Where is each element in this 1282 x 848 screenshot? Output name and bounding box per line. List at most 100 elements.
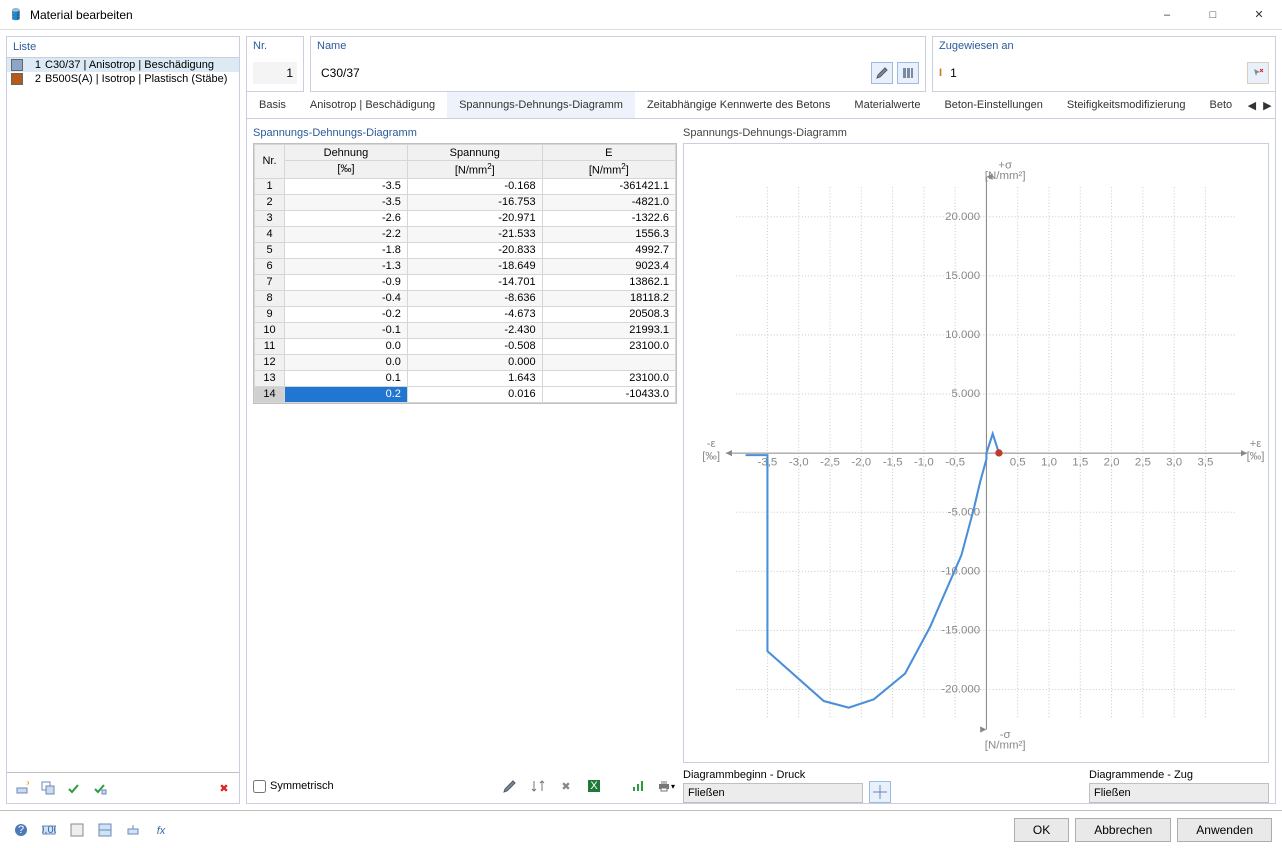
diagram-end-input[interactable] <box>1089 783 1269 803</box>
table-row[interactable]: 1 -3.5 -0.168-361421.1 <box>255 178 676 194</box>
table-row[interactable]: 9 -0.2 -4.67320508.3 <box>255 306 676 322</box>
col-strain[interactable]: Dehnung <box>285 145 408 161</box>
svg-text:-5.000: -5.000 <box>948 506 981 518</box>
app-icon: 🛢️ <box>8 7 24 23</box>
material-swatch-icon <box>11 59 23 71</box>
edit-cell-button[interactable] <box>499 775 521 797</box>
tab-steifigkeitsmodifizierung[interactable]: Steifigkeitsmodifizierung <box>1055 92 1198 118</box>
table-row[interactable]: 6 -1.3 -18.6499023.4 <box>255 258 676 274</box>
svg-text:5.000: 5.000 <box>951 388 980 400</box>
tab-materialwerte[interactable]: Materialwerte <box>842 92 932 118</box>
tab-basis[interactable]: Basis <box>247 92 298 118</box>
assigned-label: Zugewiesen an <box>933 37 1275 55</box>
table-row[interactable]: 13 0.1 1.64323100.0 <box>255 370 676 386</box>
delete-button[interactable]: ✖ <box>213 777 235 799</box>
material-list-item[interactable]: 1 C30/37 | Anisotrop | Beschädigung <box>7 58 239 72</box>
svg-text:3,0: 3,0 <box>1166 457 1182 469</box>
tab-spannungs-dehnungs-diagramm[interactable]: Spannungs-Dehnungs-Diagramm <box>447 92 635 118</box>
table-row[interactable]: 7 -0.9 -14.70113862.1 <box>255 274 676 290</box>
svg-text:+ε: +ε <box>1250 438 1262 450</box>
stress-strain-chart: -3,5-3,0-2,5-2,0-1,5-1,0-0,50,51,01,52,0… <box>683 143 1269 763</box>
units-button[interactable]: 0,00 <box>38 819 60 841</box>
delete-row-button[interactable]: ✖ <box>555 775 577 797</box>
svg-text:20.000: 20.000 <box>945 211 980 223</box>
new-item-button[interactable]: ✶ <box>11 777 33 799</box>
chart-tool-button[interactable] <box>869 781 891 803</box>
library-button[interactable] <box>897 62 919 84</box>
material-label: C30/37 | Anisotrop | Beschädigung <box>45 59 214 71</box>
table-row[interactable]: 10 -0.1 -2.43021993.1 <box>255 322 676 338</box>
tab-scroll-right[interactable]: ▶ <box>1260 92 1275 118</box>
svg-text:-15.000: -15.000 <box>941 625 980 637</box>
tab-bar: BasisAnisotrop | BeschädigungSpannungs-D… <box>246 92 1276 119</box>
ok-button[interactable]: OK <box>1014 818 1069 842</box>
view-a-button[interactable] <box>66 819 88 841</box>
diagram-begin-input[interactable] <box>683 783 863 803</box>
help-button[interactable]: ? <box>10 819 32 841</box>
material-list-item[interactable]: 2 B500S(A) | Isotrop | Plastisch (Stäbe) <box>7 72 239 86</box>
list-toolbar: ✶ ✖ <box>7 772 239 803</box>
table-row[interactable]: 3 -2.6 -20.971-1322.6 <box>255 210 676 226</box>
svg-text:[‰]: [‰] <box>1247 450 1265 462</box>
check-a-button[interactable] <box>63 777 85 799</box>
maximize-button[interactable]: □ <box>1190 0 1236 30</box>
view-c-button[interactable] <box>122 819 144 841</box>
pick-assigned-button[interactable] <box>1247 62 1269 84</box>
symmetric-label: Symmetrisch <box>270 780 334 792</box>
symmetric-checkbox[interactable]: Symmetrisch <box>253 780 334 793</box>
svg-text:-10.000: -10.000 <box>941 565 980 577</box>
svg-text:15.000: 15.000 <box>945 270 980 282</box>
svg-text:X: X <box>590 780 598 792</box>
assigned-input[interactable] <box>946 62 1243 84</box>
svg-text:-3,0: -3,0 <box>789 457 809 469</box>
table-row[interactable]: 5 -1.8 -20.8334992.7 <box>255 242 676 258</box>
svg-text:-0,5: -0,5 <box>945 457 965 469</box>
svg-text:2,0: 2,0 <box>1104 457 1120 469</box>
print-button[interactable]: ▾ <box>655 775 677 797</box>
svg-text:10.000: 10.000 <box>945 329 980 341</box>
table-row[interactable]: 2 -3.5 -16.753-4821.0 <box>255 194 676 210</box>
svg-text:[N/mm²]: [N/mm²] <box>985 170 1026 182</box>
export-excel-button[interactable]: X <box>583 775 605 797</box>
tab-beto[interactable]: Beto <box>1198 92 1245 118</box>
materials-list-panel: Liste 1 C30/37 | Anisotrop | Beschädigun… <box>6 36 240 804</box>
copy-item-button[interactable] <box>37 777 59 799</box>
apply-button[interactable]: Anwenden <box>1177 818 1272 842</box>
col-e[interactable]: E <box>542 145 675 161</box>
name-field-box: Name <box>310 36 926 92</box>
function-button[interactable]: fx <box>150 819 172 841</box>
symmetric-checkbox-input[interactable] <box>253 780 266 793</box>
materials-list[interactable]: 1 C30/37 | Anisotrop | Beschädigung 2 B5… <box>7 58 239 772</box>
tab-scroll-left[interactable]: ◀ <box>1244 92 1259 118</box>
nr-input[interactable] <box>253 62 297 84</box>
nr-label: Nr. <box>247 37 303 55</box>
tab-anisotrop-besch-digung[interactable]: Anisotrop | Beschädigung <box>298 92 447 118</box>
col-stress[interactable]: Spannung <box>407 145 542 161</box>
window-title: Material bearbeiten <box>30 8 133 22</box>
table-row[interactable]: 12 0.0 0.000 <box>255 354 676 370</box>
chart-panel: Spannungs-Dehnungs-Diagramm -3,5-3,0-2,5… <box>683 125 1269 797</box>
svg-text:[‰]: [‰] <box>702 450 720 462</box>
table-row[interactable]: 11 0.0 -0.50823100.0 <box>255 338 676 354</box>
material-label: B500S(A) | Isotrop | Plastisch (Stäbe) <box>45 73 227 85</box>
material-num: 1 <box>27 59 41 71</box>
tab-beton-einstellungen[interactable]: Beton-Einstellungen <box>932 92 1054 118</box>
svg-text:-1,5: -1,5 <box>883 457 903 469</box>
material-num: 2 <box>27 73 41 85</box>
edit-name-button[interactable] <box>871 62 893 84</box>
tab-zeitabh-ngige-kennwerte-des-betons[interactable]: Zeitabhängige Kennwerte des Betons <box>635 92 842 118</box>
stress-strain-grid[interactable]: Nr. Dehnung Spannung E [‰][N/mm2][N/mm2]… <box>253 143 677 404</box>
name-input[interactable] <box>317 62 867 84</box>
col-nr[interactable]: Nr. <box>255 145 285 179</box>
name-label: Name <box>311 37 925 55</box>
minimize-button[interactable]: – <box>1144 0 1190 30</box>
chart-settings-button[interactable] <box>627 775 649 797</box>
close-button[interactable]: ✕ <box>1236 0 1282 30</box>
sort-button[interactable] <box>527 775 549 797</box>
table-row[interactable]: 8 -0.4 -8.63618118.2 <box>255 290 676 306</box>
table-row[interactable]: 14 0.2 0.016-10433.0 <box>255 386 676 402</box>
view-b-button[interactable] <box>94 819 116 841</box>
cancel-button[interactable]: Abbrechen <box>1075 818 1171 842</box>
table-row[interactable]: 4 -2.2 -21.5331556.3 <box>255 226 676 242</box>
check-b-button[interactable] <box>89 777 111 799</box>
